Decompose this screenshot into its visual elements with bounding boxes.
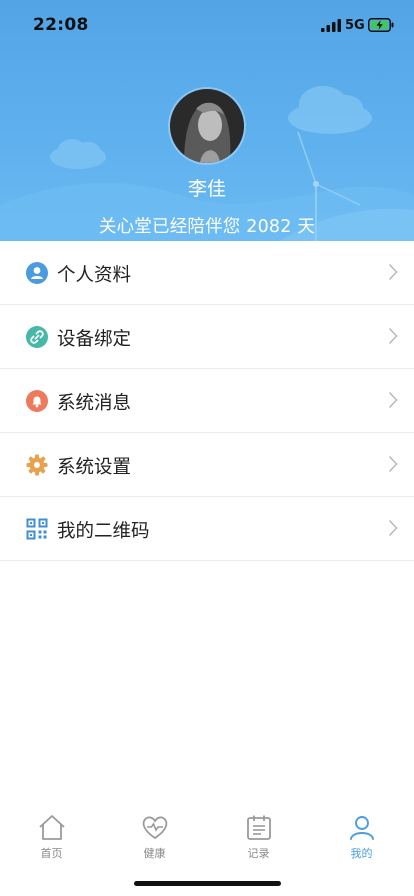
person-icon (26, 262, 48, 284)
chevron-right-icon (388, 327, 398, 345)
menu-item-label: 系统设置 (57, 457, 132, 478)
companion-days-text: 关心堂已经陪伴您 2082 天 (98, 217, 316, 237)
cellular-signal-icon (321, 19, 341, 32)
menu-item-label: 设备绑定 (57, 329, 132, 350)
profile-header: 22:08 5G 李佳 关心堂已经陪伴您 2082 天 (0, 0, 414, 241)
menu-item-system-messages[interactable]: 系统消息 (0, 369, 414, 433)
profile-menu: 个人资料 设备绑定 系统消息 系统设置 我的二维码 (0, 241, 414, 561)
tab-label: 记录 (247, 847, 270, 860)
chevron-right-icon (388, 391, 398, 409)
avatar-portrait-image (170, 89, 244, 163)
menu-item-my-qr-code[interactable]: 我的二维码 (0, 497, 414, 561)
chevron-right-icon (388, 455, 398, 473)
status-time: 22:08 (33, 15, 89, 35)
tab-home[interactable]: 首页 (0, 814, 103, 861)
gear-icon (26, 454, 48, 476)
tab-label: 我的 (350, 847, 373, 860)
home-indicator (134, 881, 281, 886)
chevron-right-icon (388, 519, 398, 537)
network-type: 5G (345, 18, 365, 33)
chevron-right-icon (388, 263, 398, 281)
menu-item-system-settings[interactable]: 系统设置 (0, 433, 414, 497)
status-bar: 22:08 5G (0, 0, 414, 54)
user-name: 李佳 (187, 178, 226, 200)
battery-charging-icon (368, 18, 394, 32)
link-icon (26, 326, 48, 348)
tab-health[interactable]: 健康 (103, 814, 206, 861)
home-icon (38, 815, 65, 840)
bell-icon (26, 390, 48, 412)
tab-label: 首页 (40, 847, 63, 860)
tab-records[interactable]: 记录 (207, 814, 310, 861)
calendar-icon (246, 815, 271, 840)
avatar[interactable] (170, 89, 244, 163)
tab-label: 健康 (143, 847, 166, 860)
menu-item-device-binding[interactable]: 设备绑定 (0, 305, 414, 369)
menu-item-label: 我的二维码 (57, 521, 150, 542)
user-icon (349, 816, 374, 840)
menu-item-profile[interactable]: 个人资料 (0, 241, 414, 305)
menu-item-label: 个人资料 (57, 265, 132, 286)
qr-code-icon (26, 518, 48, 540)
menu-item-label: 系统消息 (57, 393, 132, 414)
tab-mine[interactable]: 我的 (310, 814, 413, 861)
heart-icon (142, 816, 167, 840)
